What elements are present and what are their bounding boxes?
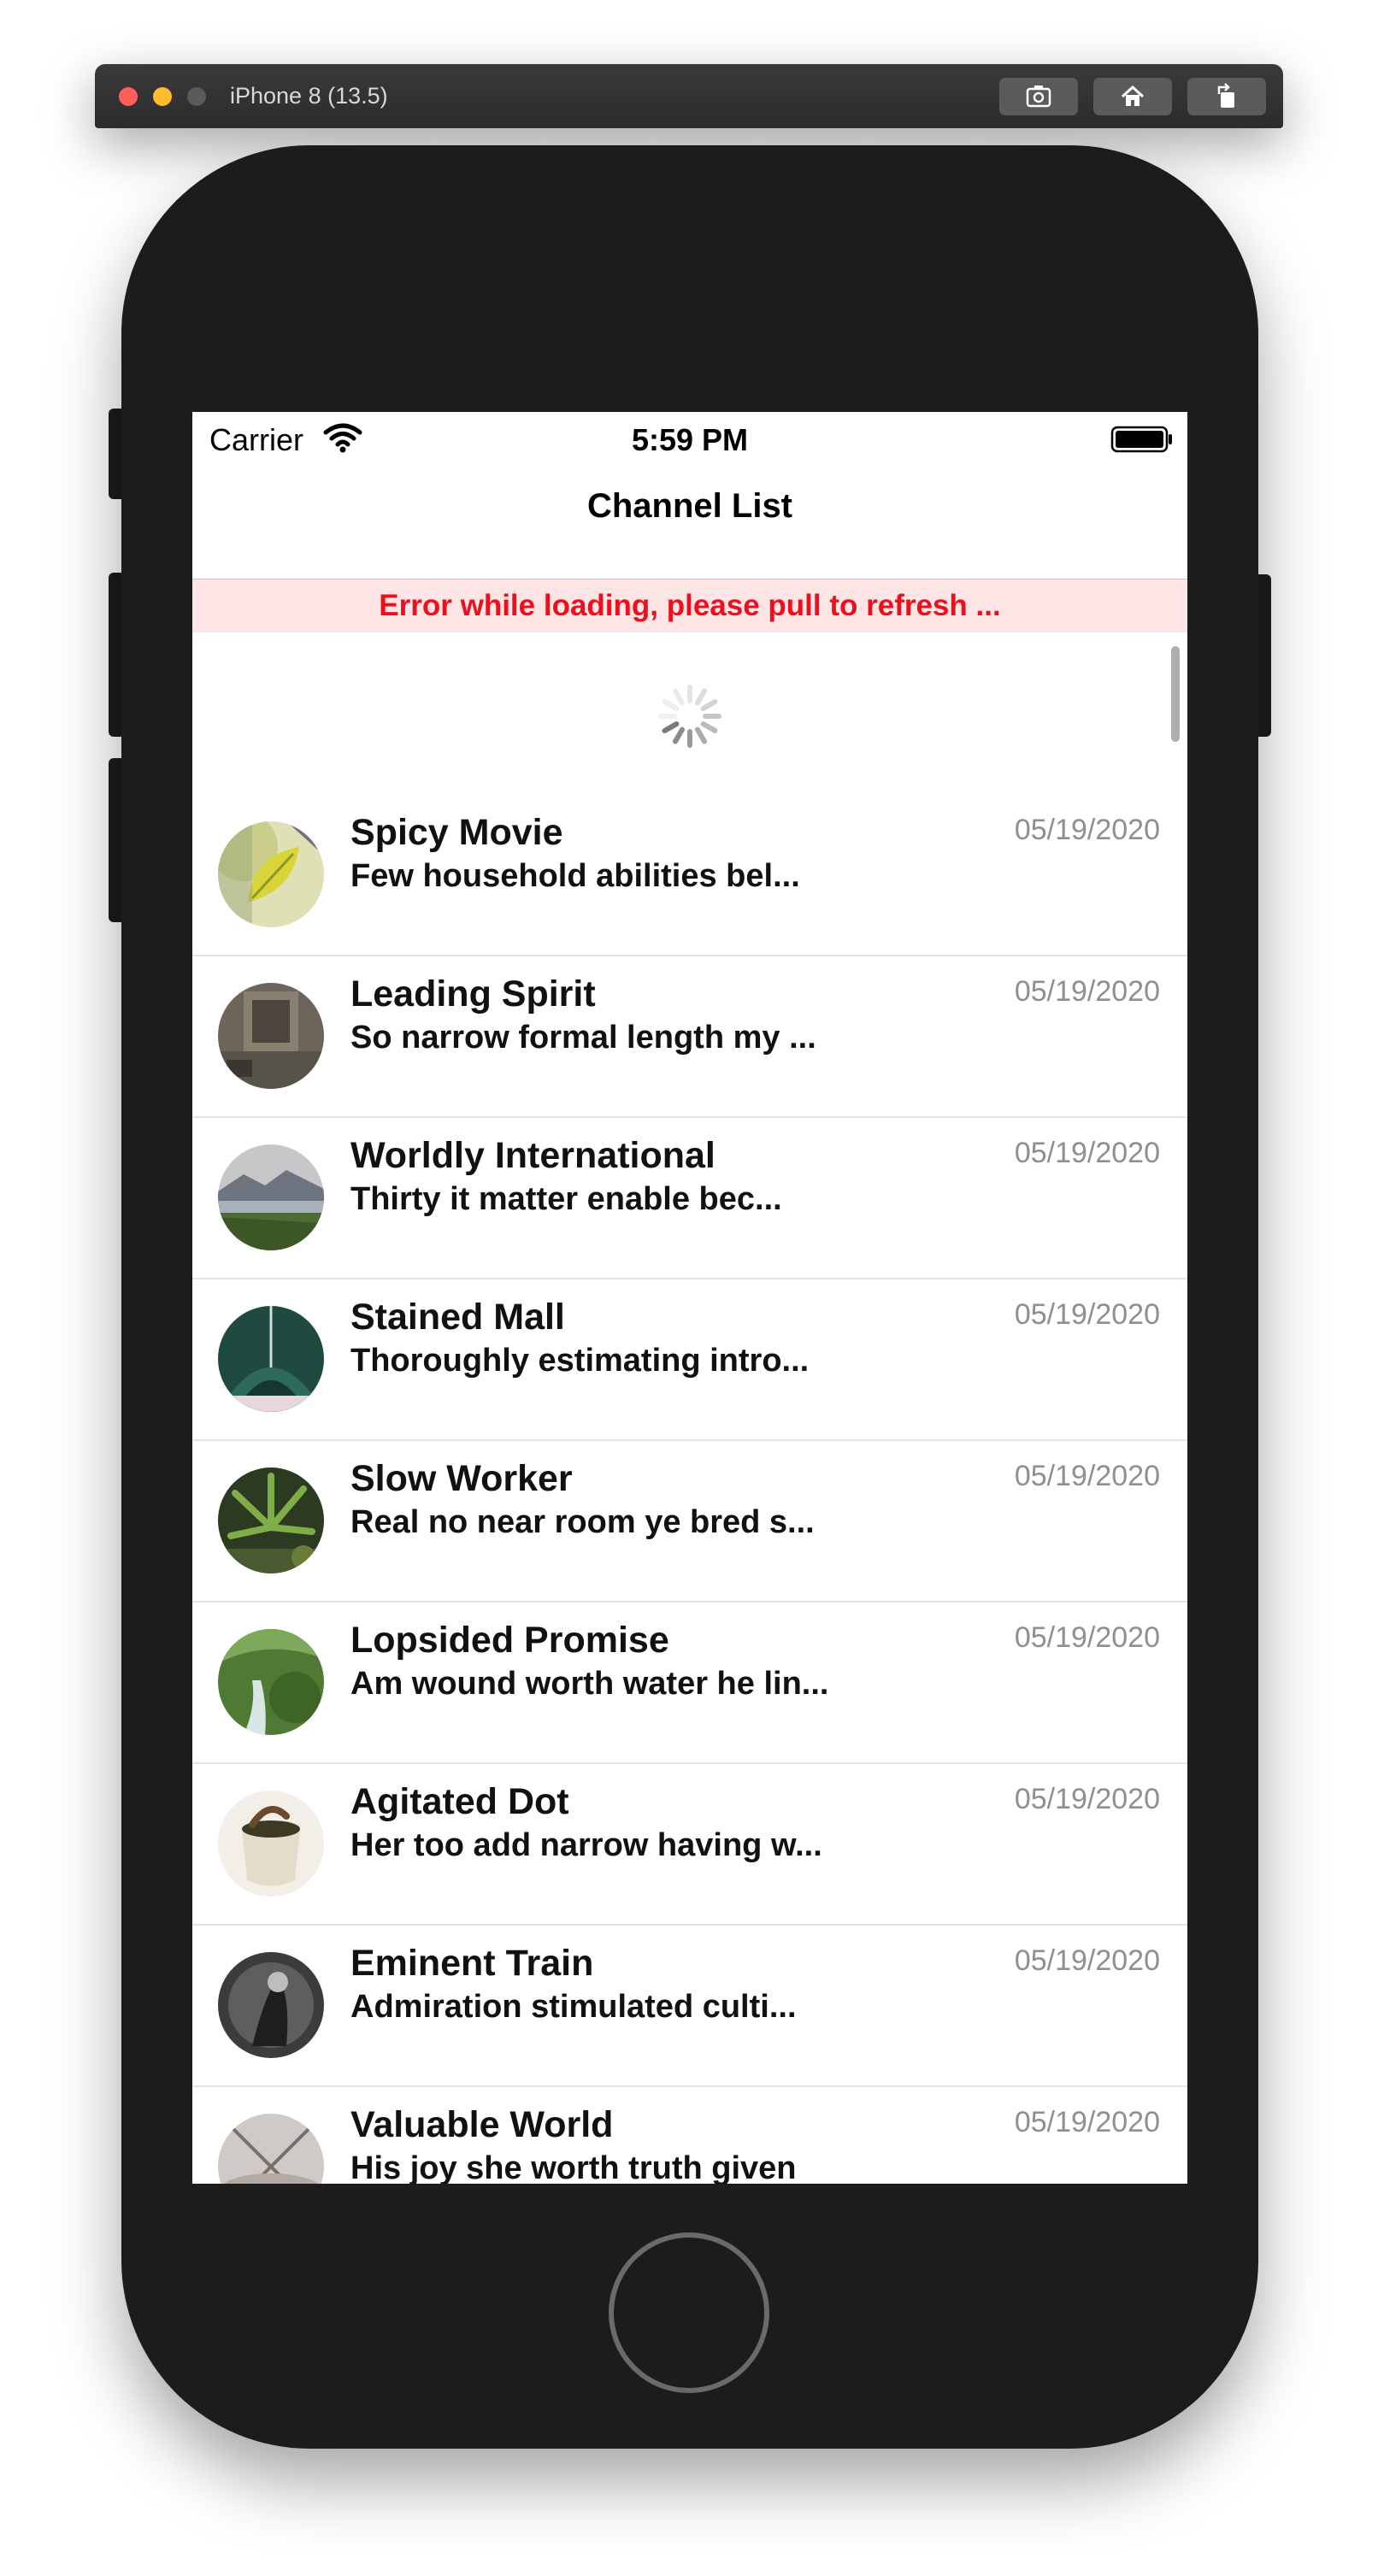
channel-avatar: [218, 1629, 324, 1735]
channel-subtitle: Few household abilities bel...: [350, 858, 800, 894]
channel-title: Eminent Train: [350, 1943, 594, 1984]
channel-title: Worldly International: [350, 1135, 716, 1176]
simulator-title-bar: iPhone 8 (13.5): [95, 64, 1283, 128]
channel-avatar: [218, 983, 324, 1089]
rotate-button[interactable]: [1187, 78, 1266, 115]
channel-date: 05/19/2020: [1014, 2106, 1160, 2138]
channel-list: Spicy Movie Few household abilities bel.…: [192, 795, 1187, 2184]
green-architecture-photo: [218, 1306, 324, 1412]
channel-subtitle: Her too add narrow having w...: [350, 1827, 822, 1863]
channel-subtitle: Admiration stimulated culti...: [350, 1989, 797, 2025]
bw-portrait-photo: [218, 1952, 324, 2058]
channel-date: 05/19/2020: [1014, 1460, 1160, 1492]
rotate-icon: [1217, 83, 1234, 108]
old-building-photo: [218, 983, 324, 1089]
channel-date: 05/19/2020: [1014, 1783, 1160, 1815]
window-close-button[interactable]: [119, 87, 138, 106]
channel-title: Lopsided Promise: [350, 1620, 669, 1661]
loading-spinner-icon: [658, 685, 721, 748]
channel-date: 05/19/2020: [1014, 1298, 1160, 1331]
channel-row[interactable]: Slow Worker Real no near room ye bred s.…: [192, 1441, 1187, 1603]
mountain-lake-photo: [218, 1144, 324, 1250]
battery-icon: [1110, 426, 1172, 453]
dome-photo: [218, 2114, 324, 2184]
scroll-indicator[interactable]: [1171, 646, 1180, 742]
channel-avatar: [218, 1144, 324, 1250]
channel-avatar: [218, 1467, 324, 1573]
green-valley-photo: [218, 1629, 324, 1735]
channel-row[interactable]: Stained Mall Thoroughly estimating intro…: [192, 1279, 1187, 1441]
channel-title: Stained Mall: [350, 1297, 565, 1338]
error-message: Error while loading, please pull to refr…: [379, 589, 1001, 622]
navigation-bar: Channel List: [192, 467, 1187, 579]
channel-avatar: [218, 1306, 324, 1412]
channel-row[interactable]: Worldly International Thirty it matter e…: [192, 1118, 1187, 1279]
channel-row[interactable]: Eminent Train Admiration stimulated cult…: [192, 1926, 1187, 2087]
screenshot-icon: [1026, 85, 1051, 108]
channel-subtitle: Thoroughly estimating intro...: [350, 1343, 810, 1379]
channel-avatar: [218, 821, 324, 927]
window-zoom-button[interactable]: [187, 87, 206, 106]
error-banner: Error while loading, please pull to refr…: [192, 579, 1187, 632]
channel-avatar: [218, 1952, 324, 2058]
channel-title: Valuable World: [350, 2104, 614, 2145]
channel-subtitle: Thirty it matter enable bec...: [350, 1181, 782, 1217]
channel-row[interactable]: Spicy Movie Few household abilities bel.…: [192, 795, 1187, 956]
device-home-button[interactable]: [609, 2232, 769, 2393]
channel-title: Spicy Movie: [350, 812, 563, 853]
channel-date: 05/19/2020: [1014, 1621, 1160, 1654]
channel-row[interactable]: Valuable World His joy she worth truth g…: [192, 2087, 1187, 2184]
screenshot-button[interactable]: [999, 78, 1078, 115]
channel-subtitle: His joy she worth truth given: [350, 2150, 797, 2184]
channel-title: Leading Spirit: [350, 973, 596, 1015]
window-minimize-button[interactable]: [153, 87, 172, 106]
status-time: 5:59 PM: [631, 422, 749, 457]
channel-date: 05/19/2020: [1014, 1137, 1160, 1169]
app-screen: Carrier 5:59 PM Channel List Error while…: [192, 412, 1187, 2184]
home-button[interactable]: [1093, 78, 1172, 115]
channel-avatar: [218, 2114, 324, 2184]
simulator-device-title: iPhone 8 (13.5): [230, 83, 388, 109]
channel-title: Agitated Dot: [350, 1781, 569, 1822]
channel-title: Slow Worker: [350, 1458, 573, 1499]
channel-subtitle: Am wound worth water he lin...: [350, 1666, 829, 1702]
yellow-leaf-photo: [218, 821, 324, 927]
channel-row[interactable]: Agitated Dot Her too add narrow having w…: [192, 1764, 1187, 1926]
plant-photo: [218, 1467, 324, 1573]
channel-row[interactable]: Leading Spirit So narrow formal length m…: [192, 956, 1187, 1118]
channel-avatar: [218, 1791, 324, 1897]
channel-date: 05/19/2020: [1014, 1944, 1160, 1977]
channel-date: 05/19/2020: [1014, 814, 1160, 846]
channel-row[interactable]: Lopsided Promise Am wound worth water he…: [192, 1603, 1187, 1764]
cup-photo: [218, 1791, 324, 1897]
channel-subtitle: So narrow formal length my ...: [350, 1020, 816, 1056]
page-title: Channel List: [586, 487, 793, 525]
home-icon: [1121, 85, 1145, 106]
channel-subtitle: Real no near room ye bred s...: [350, 1504, 815, 1540]
status-bar: Carrier 5:59 PM: [192, 412, 1187, 467]
channel-date: 05/19/2020: [1014, 975, 1160, 1008]
